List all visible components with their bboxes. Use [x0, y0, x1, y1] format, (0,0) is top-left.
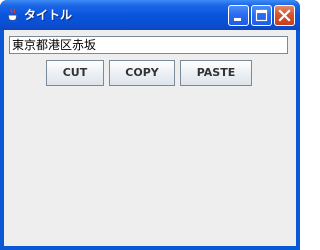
cut-button[interactable]: CUT: [46, 60, 104, 86]
copy-button[interactable]: COPY: [109, 60, 175, 86]
close-button[interactable]: [274, 5, 295, 26]
minimize-icon: [234, 18, 241, 21]
close-icon: [278, 9, 291, 22]
window-title: タイトル: [24, 8, 73, 22]
maximize-button[interactable]: [251, 5, 272, 26]
application-window: タイトル 東京都港区赤坂 CUT COPY PASTE: [0, 0, 300, 250]
maximize-icon: [255, 9, 268, 22]
java-coffee-cup-icon[interactable]: [6, 8, 20, 23]
content-pane: 東京都港区赤坂 CUT COPY PASTE: [4, 30, 296, 246]
title-bar[interactable]: タイトル: [0, 0, 300, 30]
minimize-button[interactable]: [228, 5, 249, 26]
address-text-field[interactable]: 東京都港区赤坂: [9, 36, 288, 54]
paste-button[interactable]: PASTE: [180, 60, 252, 86]
